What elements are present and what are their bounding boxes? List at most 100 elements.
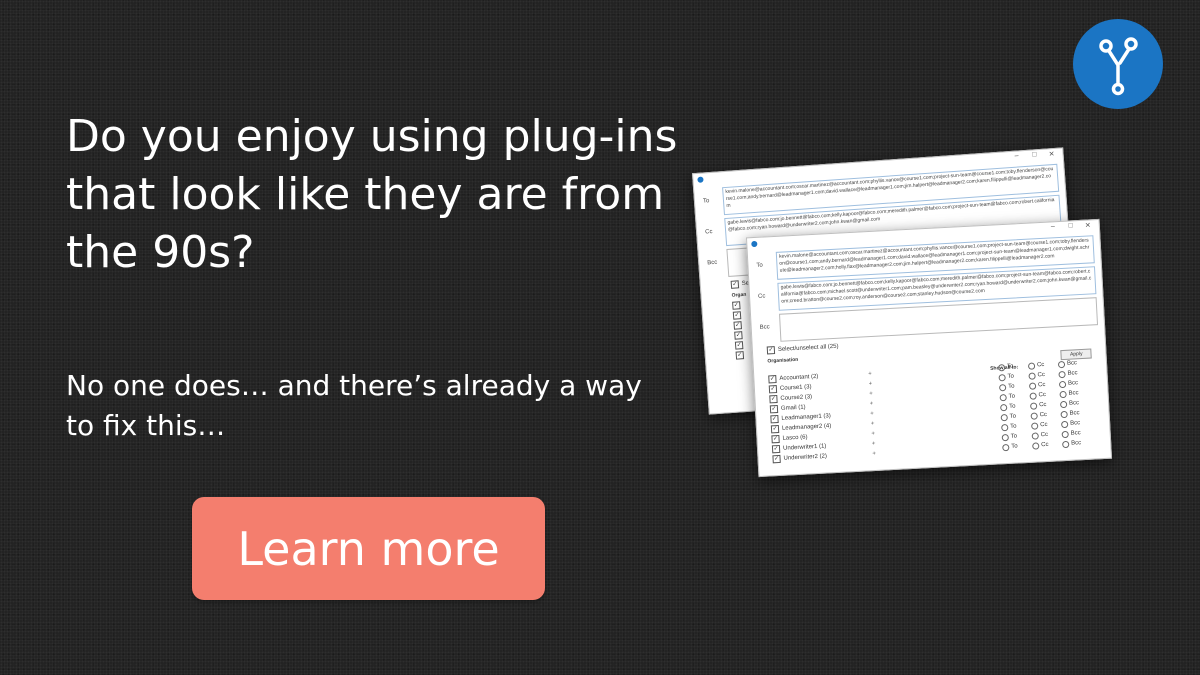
organisation-label: Course1 (3)	[779, 384, 812, 392]
recipient-option: Bcc	[1060, 420, 1081, 428]
maximize-icon: □	[1032, 151, 1037, 159]
branch-logo-icon	[1073, 19, 1163, 109]
checkbox-icon: ✓	[733, 321, 743, 330]
recipient-option: To	[1000, 403, 1020, 411]
radio-icon	[1031, 431, 1039, 440]
recipient-option-label: Cc	[1037, 371, 1046, 379]
radio-icon	[1058, 370, 1066, 378]
select-all-label: Select/unselect all (25)	[777, 343, 839, 353]
recipient-option-label: Cc	[1039, 411, 1048, 419]
recipient-option: Cc	[1028, 371, 1048, 380]
recipient-option: Bcc	[1059, 390, 1079, 398]
recipient-option: Cc	[1031, 431, 1052, 440]
checkbox-icon: ✓	[770, 414, 779, 424]
minimize-icon: –	[1050, 223, 1056, 231]
recipient-option-label: Bcc	[1069, 420, 1081, 427]
checkbox-icon: ✓	[770, 424, 780, 434]
radio-icon	[1002, 443, 1010, 451]
to-label: To	[702, 198, 710, 205]
recipient-option-label: To	[1007, 373, 1015, 380]
recipient-option-label: Cc	[1038, 391, 1047, 399]
learn-more-button[interactable]: Learn more	[192, 497, 545, 600]
recipient-option-label: To	[1008, 393, 1016, 400]
cc-label: Cc	[757, 293, 766, 300]
recipient-option: Bcc	[1060, 410, 1080, 418]
recipient-option: To	[997, 363, 1018, 371]
recipient-option-label: To	[1006, 363, 1014, 370]
radio-icon	[1000, 413, 1008, 421]
checkbox-icon: ✓	[768, 375, 777, 384]
headline: Do you enjoy using plug-ins that look li…	[66, 111, 678, 278]
recipient-option: To	[999, 393, 1019, 401]
radio-icon	[997, 363, 1006, 371]
radio-icon	[1028, 371, 1036, 380]
recipient-option: Cc	[1028, 381, 1049, 390]
checkbox-icon: ✓	[732, 301, 741, 310]
radio-icon	[1029, 401, 1038, 410]
recipient-option-label: Cc	[1040, 431, 1049, 439]
checkbox-icon: ✓	[732, 311, 742, 320]
recipient-option: Bcc	[1059, 400, 1080, 408]
radio-icon	[1030, 411, 1038, 420]
radio-icon	[998, 383, 1007, 391]
radio-icon	[1032, 441, 1040, 450]
subheadline: No one does… and there’s already a way t…	[66, 369, 642, 442]
bcc-label: Bcc	[759, 324, 770, 331]
recipient-option-label: To	[1010, 423, 1017, 430]
recipient-option-label: To	[1011, 443, 1018, 450]
radio-icon	[1031, 421, 1039, 430]
checkbox-icon: ✓	[734, 341, 744, 350]
recipient-option-label: To	[1009, 403, 1016, 410]
recipient-option-label: Bcc	[1067, 370, 1078, 377]
bcc-label: Bcc	[707, 259, 718, 267]
recipient-option: To	[1002, 443, 1022, 451]
recipient-option-label: Bcc	[1070, 430, 1081, 437]
radio-icon	[1027, 361, 1036, 370]
recipient-option: Cc	[1030, 411, 1051, 420]
app-icon	[697, 176, 704, 183]
radio-icon	[1001, 423, 1009, 431]
radio-icon	[1062, 440, 1070, 448]
checkbox-icon: ✓	[735, 351, 745, 360]
checkbox-icon: ✓	[766, 346, 776, 355]
radio-icon	[998, 373, 1006, 381]
recipient-option-label: To	[1010, 433, 1018, 440]
radio-icon	[1057, 360, 1066, 368]
recipient-option: Bcc	[1062, 440, 1082, 448]
recipient-option-label: Bcc	[1066, 360, 1078, 367]
recipient-option: Bcc	[1058, 380, 1079, 388]
close-icon: ✕	[1048, 150, 1055, 159]
organisation-label: Accountant (2)	[779, 373, 819, 382]
recipient-option-label: Bcc	[1069, 410, 1080, 417]
recipient-option-label: To	[1007, 383, 1015, 390]
radio-icon	[1000, 403, 1008, 411]
organisation-label: Gmail (1)	[780, 404, 806, 412]
recipient-option: To	[1001, 423, 1021, 431]
organisation-label: Underwriter2 (2)	[783, 453, 828, 462]
recipient-option: Cc	[1029, 401, 1050, 410]
checkbox-icon: ✓	[734, 331, 743, 340]
recipient-option-label: Bcc	[1067, 380, 1079, 387]
radio-icon	[1028, 381, 1037, 390]
checkbox-icon: ✓	[768, 385, 778, 394]
recipient-option: Bcc	[1061, 430, 1082, 438]
organisation-label: Leadmanager1 (3)	[781, 413, 831, 422]
checkbox-icon: ✓	[730, 280, 740, 289]
recipient-option: Cc	[1029, 391, 1049, 400]
recipient-option-label: Bcc	[1068, 390, 1079, 397]
cc-label: Cc	[704, 228, 713, 236]
minimize-icon: –	[1014, 152, 1019, 160]
radio-icon	[1029, 391, 1037, 400]
maximize-icon: □	[1068, 222, 1073, 230]
recipient-option: Cc	[1032, 441, 1052, 450]
close-icon: ✕	[1084, 222, 1092, 230]
recipient-option: Bcc	[1058, 370, 1078, 378]
radio-icon	[1059, 390, 1067, 398]
organisation-label: Underwriter1 (1)	[782, 443, 827, 452]
app-icon	[751, 240, 758, 248]
radio-icon	[999, 393, 1007, 401]
radio-icon	[1060, 420, 1069, 428]
checkbox-icon: ✓	[771, 444, 781, 454]
recipient-option-label: Bcc	[1071, 440, 1082, 447]
recipient-option: To	[1001, 433, 1022, 441]
